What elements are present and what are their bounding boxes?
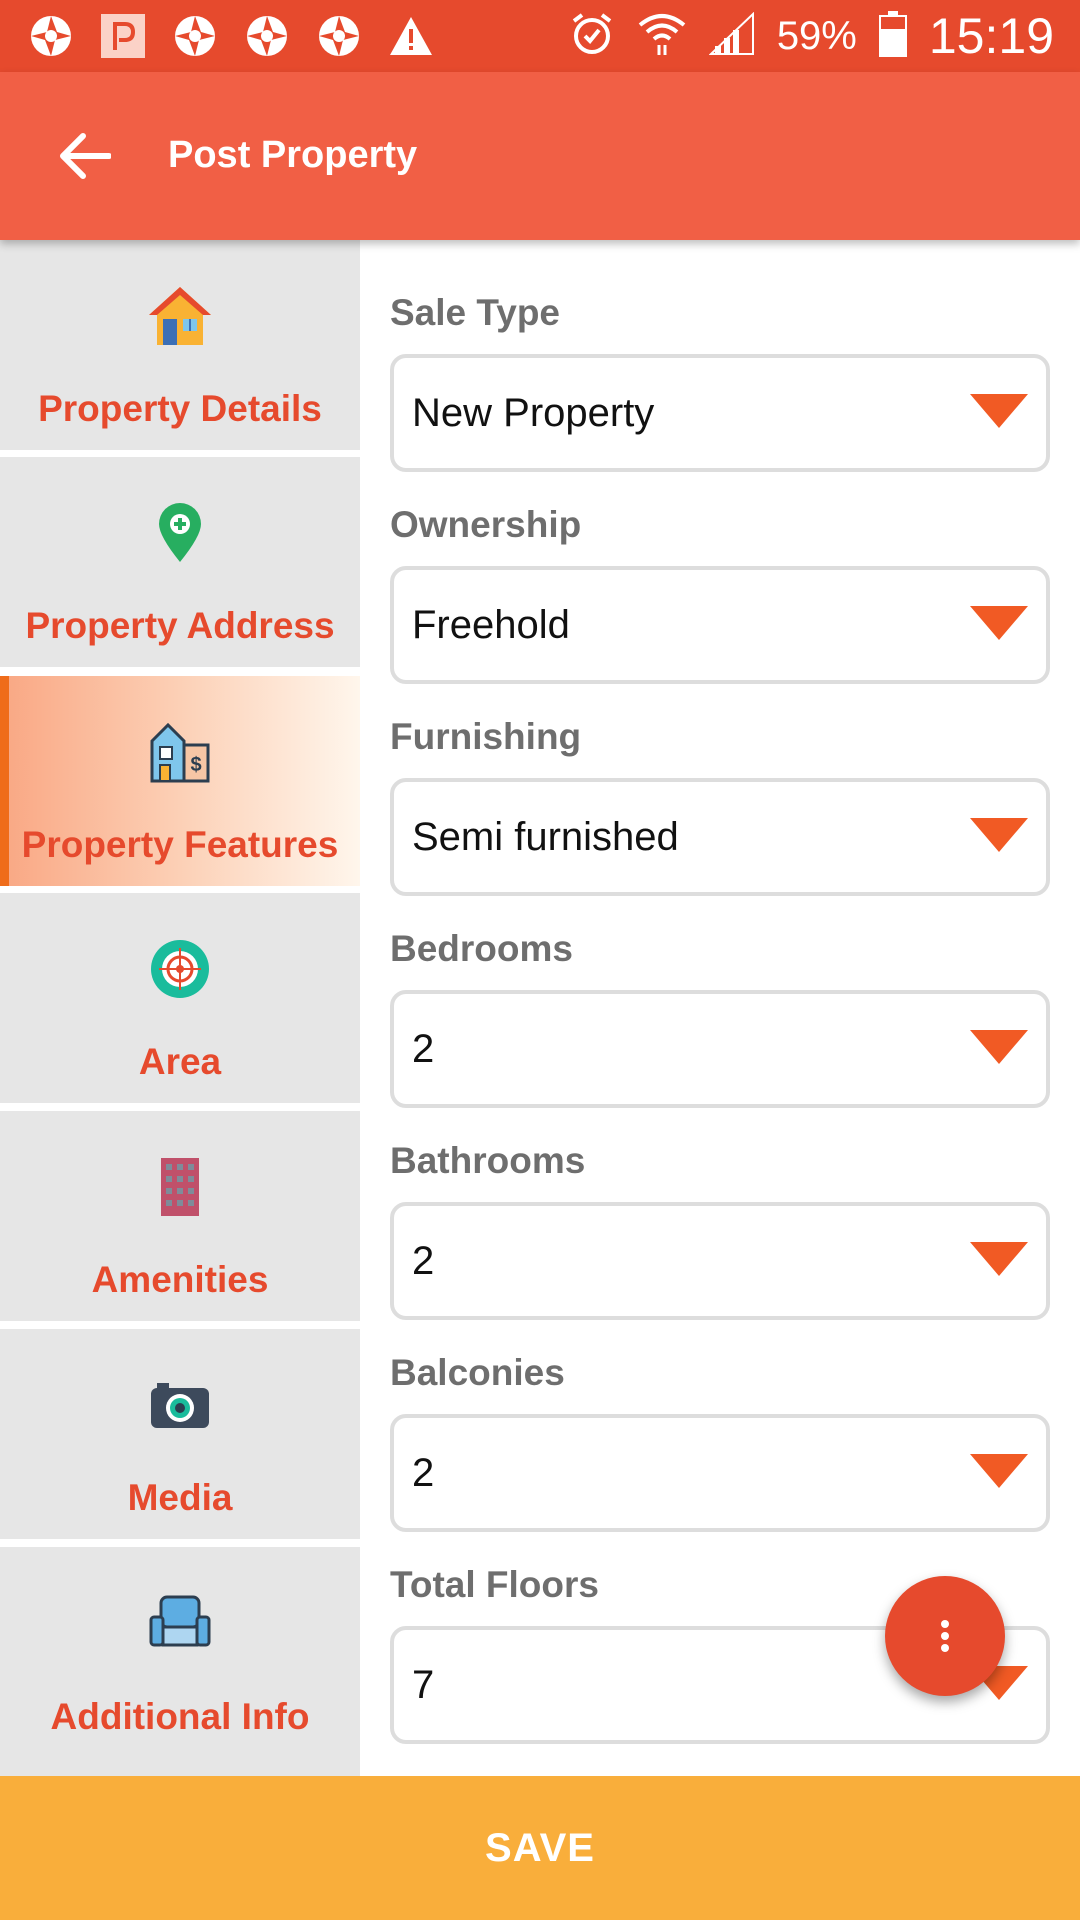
select-value: Freehold: [412, 603, 570, 647]
signal-icon: [708, 11, 755, 61]
ownership-label: Ownership: [390, 504, 582, 545]
sidebar-item-amenities[interactable]: Amenities: [0, 1111, 360, 1321]
sidebar-item-label: Amenities: [91, 1259, 269, 1300]
location-pin-plus-icon: [144, 497, 216, 569]
svg-text:$: $: [190, 754, 201, 776]
house-icon: [144, 280, 216, 352]
bedrooms-label: Bedrooms: [390, 928, 573, 969]
bathrooms-label: Bathrooms: [390, 1140, 586, 1181]
sidebar-item-label: Additional Info: [50, 1696, 310, 1737]
dropdown-arrow-icon: [970, 1030, 1028, 1064]
select-value: 2: [412, 1451, 435, 1495]
select-value: 7: [412, 1663, 435, 1707]
sidebar-item-media[interactable]: Media: [0, 1329, 360, 1539]
sidebar-item-property-features[interactable]: $ Property Features: [0, 676, 360, 886]
alarm-icon: [569, 11, 615, 62]
battery-icon: [878, 10, 907, 62]
sidebar-item-label: Media: [127, 1477, 233, 1518]
app-bar: Post Property: [0, 72, 1080, 240]
furnishing-label: Furnishing: [390, 716, 582, 757]
bedrooms-select[interactable]: 2: [390, 990, 1050, 1108]
building-price-icon: $: [144, 716, 216, 788]
sidebar-item-property-details[interactable]: Property Details: [0, 240, 360, 450]
back-button[interactable]: [50, 122, 118, 190]
dropdown-arrow-icon: [970, 606, 1028, 640]
dropdown-arrow-icon: [970, 1454, 1028, 1488]
sidebar-item-label: Property Details: [38, 388, 322, 429]
select-value: New Property: [412, 391, 655, 435]
warning-icon: [388, 13, 434, 59]
dropdown-arrow-icon: [970, 1242, 1028, 1276]
notification-icons: [28, 12, 434, 60]
more-options-fab[interactable]: [885, 1576, 1005, 1696]
sidebar-item-property-address[interactable]: Property Address: [0, 457, 360, 667]
balconies-label: Balconies: [390, 1352, 565, 1393]
save-button[interactable]: SAVE: [0, 1776, 1080, 1920]
sidebar-item-label: Area: [138, 1041, 222, 1082]
select-value: 2: [412, 1027, 435, 1071]
sale-type-select[interactable]: New Property: [390, 354, 1050, 472]
total-floors-label: Total Floors: [390, 1564, 599, 1605]
aperture-icon: [28, 13, 74, 59]
aperture-icon: [316, 13, 362, 59]
apartment-building-icon: [144, 1151, 216, 1223]
furnishing-select[interactable]: Semi furnished: [390, 778, 1050, 896]
aperture-icon: [172, 13, 218, 59]
select-value: Semi furnished: [412, 815, 679, 859]
arrow-left-icon: [60, 133, 111, 179]
armchair-icon: [144, 1587, 216, 1659]
sidebar-item-area[interactable]: Area: [0, 893, 360, 1103]
dropdown-arrow-icon: [970, 394, 1028, 428]
sidebar-item-label: Property Features: [21, 824, 339, 865]
p-badge-icon: [100, 13, 146, 59]
aperture-icon: [244, 13, 290, 59]
dropdown-arrow-icon: [970, 818, 1028, 852]
status-bar: 59% 15:19: [0, 0, 1080, 72]
clock-time: 15:19: [928, 8, 1054, 64]
wifi-icon: [637, 11, 687, 62]
sale-type-label: Sale Type: [390, 292, 561, 333]
target-icon: [144, 933, 216, 1005]
battery-percent: 59%: [776, 13, 857, 58]
camera-icon: [144, 1369, 216, 1441]
system-icons: 59% 15:19: [569, 8, 1054, 64]
select-value: 2: [412, 1239, 435, 1283]
ownership-select[interactable]: Freehold: [390, 566, 1050, 684]
more-vertical-icon: [941, 1620, 949, 1652]
page-title: Post Property: [168, 134, 418, 176]
sidebar-item-additional-info[interactable]: Additional Info: [0, 1547, 360, 1776]
bathrooms-select[interactable]: 2: [390, 1202, 1050, 1320]
sidebar-item-label: Property Address: [25, 605, 335, 646]
balconies-select[interactable]: 2: [390, 1414, 1050, 1532]
sidebar: Property Details Property Address $ Prop…: [0, 240, 360, 1776]
